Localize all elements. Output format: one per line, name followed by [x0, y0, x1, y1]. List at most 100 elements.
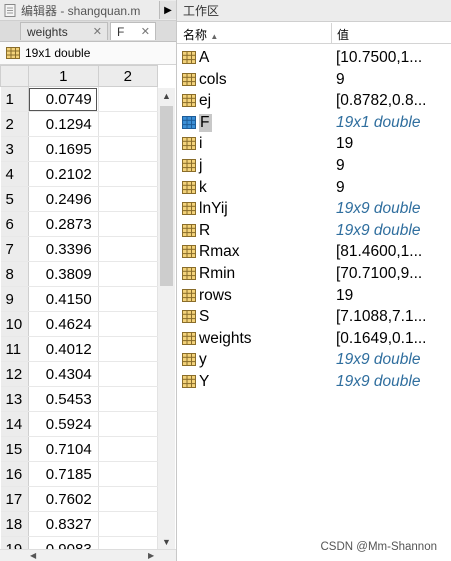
- panel-expand-arrow-icon[interactable]: ▶: [159, 1, 176, 19]
- grid-cell[interactable]: 0.1294: [28, 111, 99, 137]
- grid-cell-empty[interactable]: [98, 361, 159, 387]
- grid-cell[interactable]: 0.7602: [28, 486, 99, 512]
- variable-value: 19x9 double: [336, 221, 421, 239]
- row-header[interactable]: 6: [0, 211, 29, 237]
- scroll-right-icon[interactable]: ▶: [148, 550, 154, 561]
- grid-cell-empty[interactable]: [98, 286, 159, 312]
- grid-cell-empty[interactable]: [98, 211, 159, 237]
- grid-cell-empty[interactable]: [98, 386, 159, 412]
- workspace-variable-row[interactable]: y 19x9 double: [177, 350, 451, 372]
- workspace-variable-row[interactable]: rows 19: [177, 286, 451, 308]
- row-header[interactable]: 10: [0, 311, 29, 337]
- column-divider[interactable]: [331, 23, 332, 43]
- variable-name: lnYij: [199, 200, 228, 218]
- row-header[interactable]: 2: [0, 111, 29, 137]
- table-row: 1 0.0749: [0, 86, 159, 112]
- workspace-variable-row[interactable]: Y 19x9 double: [177, 372, 451, 394]
- table-row: 3 0.1695: [0, 136, 159, 162]
- grid-cell-empty[interactable]: [98, 236, 159, 262]
- row-header[interactable]: 9: [0, 286, 29, 312]
- row-header[interactable]: 11: [0, 336, 29, 362]
- column-header-2[interactable]: 2: [97, 65, 159, 87]
- row-header[interactable]: 5: [0, 186, 29, 212]
- grid-cell[interactable]: 0.7104: [28, 436, 99, 462]
- grid-cell[interactable]: 0.5453: [28, 386, 99, 412]
- grid-cell-empty[interactable]: [98, 136, 159, 162]
- grid-cell[interactable]: 0.4012: [28, 336, 99, 362]
- workspace-variable-row[interactable]: k9: [177, 178, 451, 200]
- scroll-down-icon[interactable]: ▼: [158, 534, 175, 550]
- workspace-variable-row[interactable]: S [7.1088,7.1...: [177, 307, 451, 329]
- workspace-variable-row[interactable]: A [10.7500,1...: [177, 48, 451, 70]
- row-header[interactable]: 14: [0, 411, 29, 437]
- grid-cell-empty[interactable]: [98, 86, 159, 112]
- tab-f[interactable]: F ✕: [110, 22, 156, 40]
- variable-grid-icon: [182, 310, 196, 328]
- grid-cell[interactable]: 0.4624: [28, 311, 99, 337]
- grid-cell[interactable]: 0.4150: [28, 286, 99, 312]
- row-header[interactable]: 3: [0, 136, 29, 162]
- workspace-variable-row[interactable]: ej [0.8782,0.8...: [177, 91, 451, 113]
- horizontal-scrollbar[interactable]: ◀ ▶: [0, 549, 176, 561]
- row-header[interactable]: 17: [0, 486, 29, 512]
- row-header[interactable]: 16: [0, 461, 29, 487]
- workspace-variable-row[interactable]: lnYij 19x9 double: [177, 199, 451, 221]
- table-row: 8 0.3809: [0, 261, 159, 287]
- grid-cell[interactable]: 0.4304: [28, 361, 99, 387]
- grid-cell-empty[interactable]: [98, 486, 159, 512]
- tab-label: F: [117, 24, 125, 39]
- row-header[interactable]: 4: [0, 161, 29, 187]
- grid-cell-empty[interactable]: [98, 511, 159, 537]
- row-header[interactable]: 18: [0, 511, 29, 537]
- name-column-header[interactable]: 名称 ▲: [183, 26, 218, 43]
- scroll-up-icon[interactable]: ▲: [158, 88, 175, 104]
- grid-cell[interactable]: 0.3396: [28, 236, 99, 262]
- workspace-variable-row[interactable]: Rmin [70.7100,9...: [177, 264, 451, 286]
- row-header[interactable]: 8: [0, 261, 29, 287]
- workspace-variable-row[interactable]: Rmax [81.4600,1...: [177, 242, 451, 264]
- grid-cell-empty[interactable]: [98, 186, 159, 212]
- variable-value: [0.1649,0.1...: [336, 329, 427, 347]
- grid-cell[interactable]: 0.5924: [28, 411, 99, 437]
- grid-cell-empty[interactable]: [98, 161, 159, 187]
- table-row: 5 0.2496: [0, 186, 159, 212]
- column-header-1[interactable]: 1: [27, 65, 99, 87]
- row-header[interactable]: 13: [0, 386, 29, 412]
- grid-cell-empty[interactable]: [98, 311, 159, 337]
- grid-cell[interactable]: 0.2102: [28, 161, 99, 187]
- grid-cell-empty[interactable]: [98, 461, 159, 487]
- workspace-variable-row[interactable]: i 19: [177, 134, 451, 156]
- grid-cell[interactable]: 0.2496: [28, 186, 99, 212]
- workspace-variable-row[interactable]: weights [0.1649,0.1...: [177, 329, 451, 351]
- grid-cell-empty[interactable]: [98, 411, 159, 437]
- workspace-variable-row[interactable]: cols 9: [177, 70, 451, 92]
- grid-cell[interactable]: 0.1695: [28, 136, 99, 162]
- grid-cell-empty[interactable]: [98, 336, 159, 362]
- value-column-header[interactable]: 值: [337, 26, 349, 43]
- workspace-variable-row[interactable]: R 19x9 double: [177, 221, 451, 243]
- row-header[interactable]: 1: [0, 86, 29, 112]
- workspace-header: 名称 ▲ 值: [177, 23, 451, 44]
- row-header[interactable]: 15: [0, 436, 29, 462]
- variable-grid-icon: [182, 51, 196, 69]
- scroll-left-icon[interactable]: ◀: [30, 550, 36, 561]
- grid-cell[interactable]: 0.2873: [28, 211, 99, 237]
- workspace-variable-row[interactable]: j9: [177, 156, 451, 178]
- grid-cell[interactable]: 0.7185: [28, 461, 99, 487]
- variable-name: Y: [199, 372, 210, 390]
- grid-cell-empty[interactable]: [98, 436, 159, 462]
- workspace-variable-row[interactable]: F 19x1 double: [177, 113, 451, 135]
- grid-cell-empty[interactable]: [98, 261, 159, 287]
- row-header[interactable]: 12: [0, 361, 29, 387]
- vertical-scrollbar[interactable]: ▲ ▼: [158, 88, 175, 550]
- close-icon[interactable]: ✕: [93, 25, 102, 38]
- grid-cell[interactable]: 0.3809: [28, 261, 99, 287]
- variable-value: 19x9 double: [336, 372, 421, 390]
- grid-cell-empty[interactable]: [98, 111, 159, 137]
- grid-cell[interactable]: 0.8327: [28, 511, 99, 537]
- scroll-thumb[interactable]: [160, 106, 173, 286]
- row-header[interactable]: 7: [0, 236, 29, 262]
- tab-weights[interactable]: weights ✕: [20, 22, 108, 40]
- grid-cell[interactable]: 0.0749: [28, 86, 99, 112]
- close-icon[interactable]: ✕: [141, 25, 150, 38]
